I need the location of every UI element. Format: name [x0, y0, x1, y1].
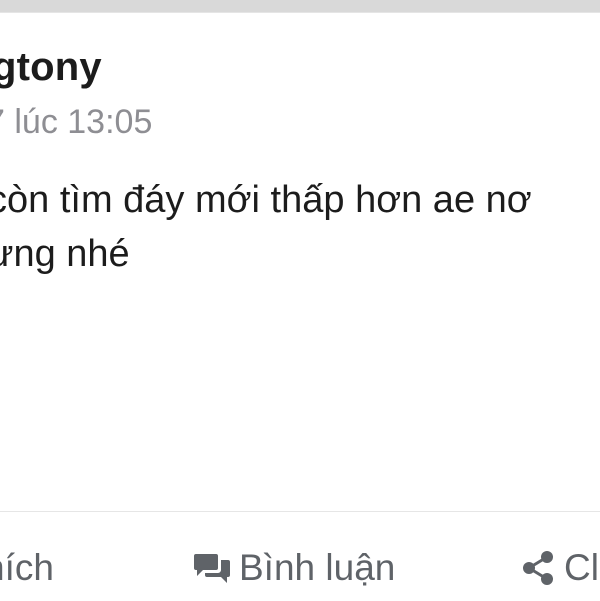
post-timestamp[interactable]: 7 lúc 13:05 — [0, 103, 152, 142]
post-content-line: ưng nhé — [0, 233, 130, 275]
post-author-name[interactable]: gtony — [0, 45, 102, 90]
post-content-line: còn tìm đáy mới thấp hơn ae nơ — [0, 179, 532, 221]
actions-divider — [0, 511, 600, 512]
comment-button-label: Bình luận — [239, 547, 396, 588]
share-icon — [520, 550, 556, 586]
like-button-label: hích — [0, 547, 54, 588]
comment-bubbles-icon — [193, 551, 231, 585]
post-content: còn tìm đáy mới thấp hơn ae nơ ưng nhé — [0, 173, 532, 281]
share-button-label: Cl — [564, 547, 599, 588]
comment-button[interactable]: Bình luận — [193, 543, 395, 593]
share-button[interactable]: Cl — [520, 543, 599, 593]
like-button[interactable]: hích — [0, 543, 54, 593]
post-card: gtony 7 lúc 13:05 còn tìm đáy mới thấp h… — [0, 12, 600, 601]
